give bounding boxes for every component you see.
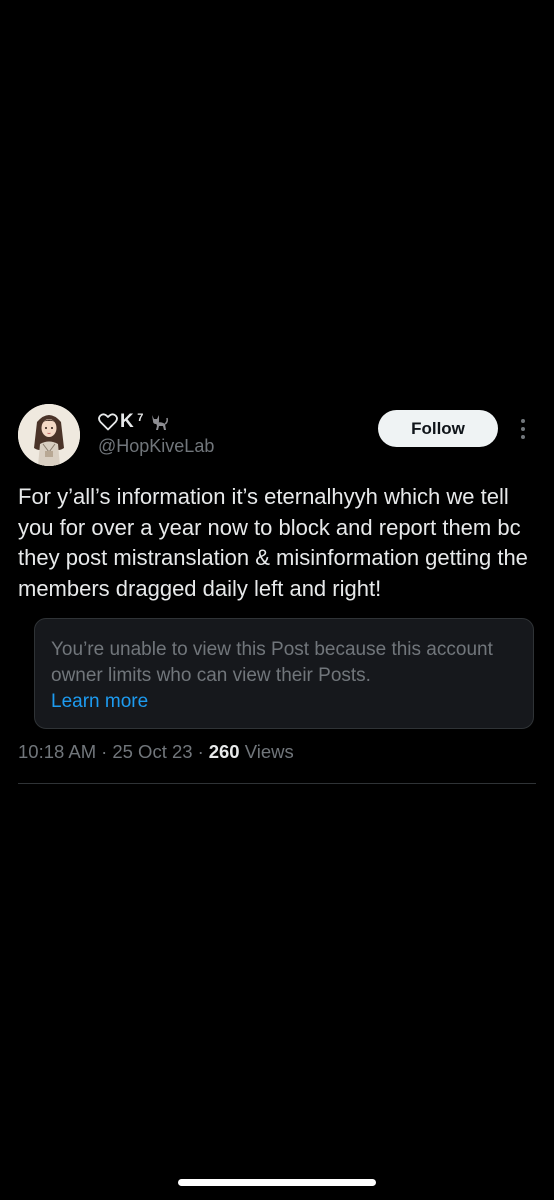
- home-indicator[interactable]: [178, 1179, 376, 1186]
- author-info[interactable]: K 7 @HopKiveLab: [98, 410, 214, 457]
- meta-separator: ·: [101, 741, 108, 762]
- more-options-icon[interactable]: [514, 414, 532, 444]
- restricted-post-card: You’re unable to view this Post because …: [34, 618, 534, 729]
- dot: [521, 435, 525, 439]
- views[interactable]: 260 Views: [209, 741, 294, 763]
- post-header: K 7 @HopKiveLab Follow: [18, 404, 536, 468]
- divider: [18, 783, 536, 784]
- meta-separator: ·: [197, 741, 204, 762]
- display-name: K 7: [98, 410, 214, 434]
- post-date: 25 Oct 23: [112, 741, 193, 762]
- black-cat-icon: [149, 412, 169, 432]
- views-count: 260: [208, 741, 240, 762]
- user-handle: @HopKiveLab: [98, 436, 215, 456]
- post-metadata: 10:18 AM · 25 Oct 23 · 260 Views: [18, 741, 536, 763]
- display-name-letter: K: [120, 411, 135, 432]
- follow-button[interactable]: Follow: [378, 410, 498, 447]
- dot: [521, 419, 525, 423]
- restricted-message: You’re unable to view this Post because …: [51, 639, 493, 686]
- views-label: Views: [244, 741, 294, 762]
- post-text: For y’all’s information it’s eternalhyyh…: [18, 484, 528, 601]
- learn-more-link[interactable]: Learn more: [51, 689, 517, 715]
- post-time: 10:18 AM: [18, 741, 97, 762]
- dot: [521, 427, 525, 431]
- post: K 7 @HopKiveLab Follow For y’all’s infor…: [18, 404, 536, 784]
- avatar[interactable]: [18, 404, 80, 466]
- heart-outline-icon: [98, 413, 118, 431]
- avatar-illustration: [18, 404, 80, 466]
- display-name-superscript: 7: [137, 412, 144, 424]
